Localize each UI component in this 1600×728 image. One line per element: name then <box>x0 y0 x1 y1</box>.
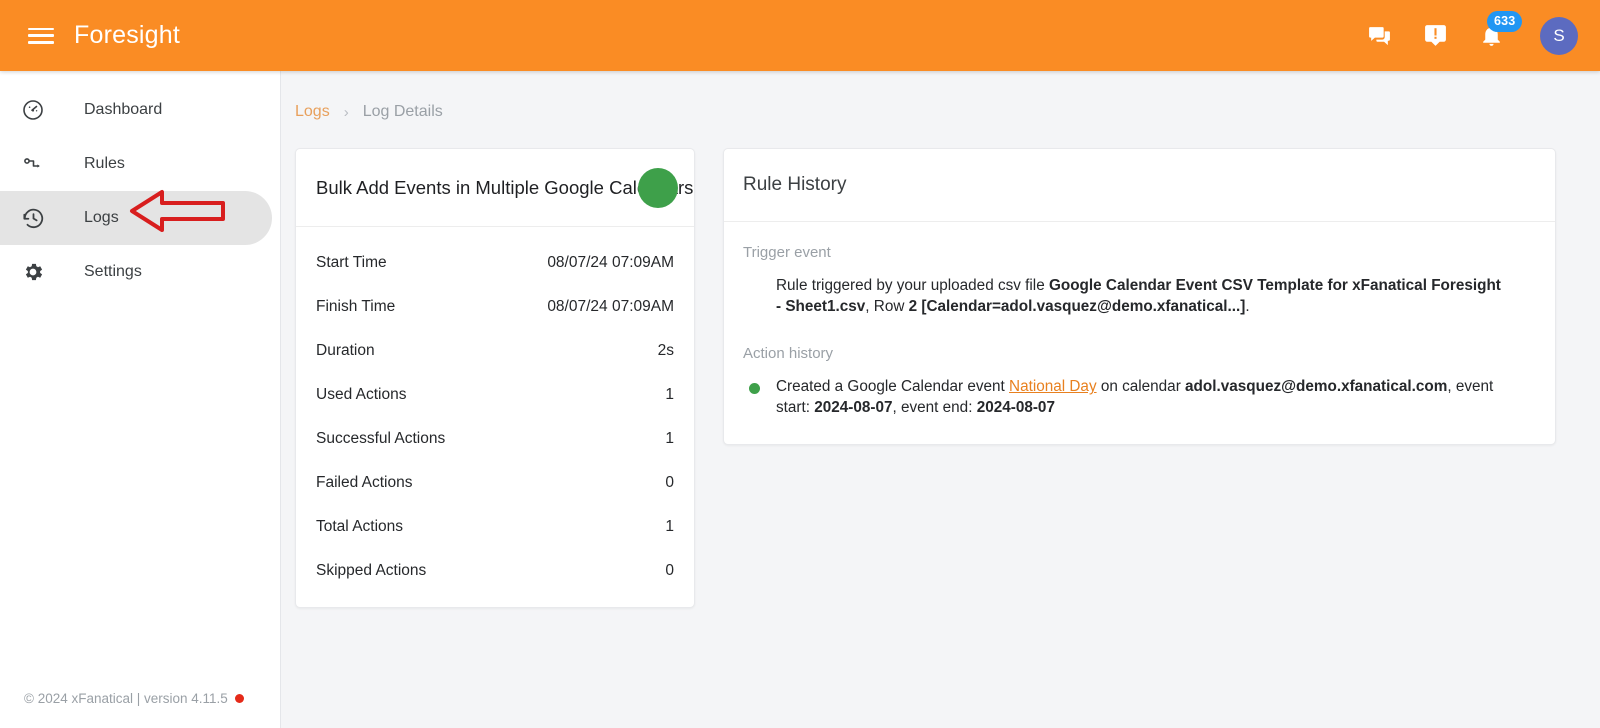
rule-history-title: Rule History <box>743 174 847 195</box>
stat-label: Finish Time <box>316 298 396 315</box>
topbar-actions: 633 S <box>1366 10 1578 55</box>
rule-history-header: Rule History <box>724 149 1555 222</box>
hamburger-bar <box>28 27 54 31</box>
trigger-row-info: 2 [Calendar=adol.vasquez@demo.xfanatical… <box>908 298 1246 316</box>
log-title: Bulk Add Events in Multiple Google Calen… <box>316 176 694 198</box>
summary-top-pad <box>296 227 694 241</box>
stat-value: 08/07/24 07:09AM <box>547 254 674 271</box>
speedometer-icon <box>16 98 50 122</box>
chevron-right-icon: › <box>343 103 349 121</box>
event-end-date: 2024-08-07 <box>976 399 1055 417</box>
trigger-event-text: Rule triggered by your uploaded csv file… <box>743 275 1536 317</box>
stat-row: Total Actions 1 <box>296 505 694 549</box>
stat-value: 2s <box>657 342 674 359</box>
stat-label: Successful Actions <box>316 430 446 447</box>
stat-row: Skipped Actions 0 <box>296 549 694 593</box>
success-status-indicator <box>638 167 678 208</box>
footer-text: © 2024 xFanatical | version 4.11.5 <box>24 691 228 706</box>
action-history-item: Created a Google Calendar event National… <box>743 376 1536 418</box>
stat-row: Finish Time 08/07/24 07:09AM <box>296 285 694 329</box>
stat-label: Total Actions <box>316 518 404 535</box>
stat-value: 0 <box>665 474 674 491</box>
sidebar-item-dashboard[interactable]: Dashboard <box>0 83 272 137</box>
stat-row: Duration 2s <box>296 329 694 373</box>
main-content: Logs › Log Details Bulk Add Events in Mu… <box>281 71 1600 728</box>
gear-icon <box>16 260 50 284</box>
app-body: Dashboard Rules Logs Settings © 2024 xFa… <box>0 71 1600 728</box>
breadcrumb: Logs › Log Details <box>281 71 1556 121</box>
event-end-label: , event end: <box>892 399 977 417</box>
stat-label: Skipped Actions <box>316 562 427 579</box>
sidebar-item-settings[interactable]: Settings <box>0 245 272 299</box>
notification-count-badge[interactable]: 633 <box>1487 10 1523 32</box>
stat-row: Successful Actions 1 <box>296 417 694 461</box>
avatar[interactable]: S <box>1540 16 1578 55</box>
calendar-id: adol.vasquez@demo.xfanatical.com <box>1185 378 1448 396</box>
trigger-middle: , Row <box>865 298 909 316</box>
history-clock-icon <box>16 206 50 231</box>
rule-flow-icon <box>16 152 50 176</box>
feedback-alert-icon[interactable] <box>1422 23 1448 49</box>
hamburger-menu-icon[interactable] <box>28 26 54 46</box>
rule-history-card: Rule History Trigger event Rule triggere… <box>723 148 1556 446</box>
stat-label: Duration <box>316 342 375 359</box>
trigger-suffix: . <box>1245 298 1250 316</box>
action-history-label: Action history <box>743 345 834 363</box>
app-title: Foresight <box>74 21 181 49</box>
sidebar-item-label: Rules <box>84 155 125 172</box>
chat-bubble-icon[interactable] <box>1366 23 1392 49</box>
stat-value: 08/07/24 07:09AM <box>547 298 674 315</box>
action-prefix: Created a Google Calendar event <box>776 378 1010 396</box>
stat-value: 0 <box>665 562 674 579</box>
hamburger-bar <box>28 40 54 44</box>
action-middle: on calendar <box>1096 378 1186 396</box>
log-summary-card: Bulk Add Events in Multiple Google Calen… <box>295 148 695 608</box>
stat-label: Failed Actions <box>316 474 413 491</box>
stat-value: 1 <box>665 386 674 403</box>
app-footer: © 2024 xFanatical | version 4.11.5 <box>0 691 280 728</box>
summary-bottom-pad <box>296 593 694 607</box>
action-history-text: Created a Google Calendar event National… <box>776 376 1536 418</box>
breadcrumb-current: Log Details <box>362 103 443 120</box>
log-summary-header: Bulk Add Events in Multiple Google Calen… <box>296 149 694 227</box>
footer-status-dot <box>234 694 244 703</box>
stat-label: Start Time <box>316 254 387 271</box>
event-start-date: 2024-08-07 <box>814 399 893 417</box>
rule-history-body: Trigger event Rule triggered by your upl… <box>724 222 1555 444</box>
app-root: Foresight 633 S Dashboard Rules Logs Set… <box>0 0 1600 728</box>
stat-row: Used Actions 1 <box>296 373 694 417</box>
stat-value: 1 <box>665 518 674 535</box>
trigger-prefix: Rule triggered by your uploaded csv file <box>776 277 1049 294</box>
event-link[interactable]: National Day <box>1009 378 1097 395</box>
sidebar-item-label: Dashboard <box>84 101 163 118</box>
sidebar-item-rules[interactable]: Rules <box>0 137 272 191</box>
sidebar-item-logs[interactable]: Logs <box>0 191 272 245</box>
stat-row: Failed Actions 0 <box>296 461 694 505</box>
top-app-bar: Foresight 633 S <box>0 0 1600 71</box>
sidebar-item-label: Logs <box>84 209 119 226</box>
sidebar: Dashboard Rules Logs Settings © 2024 xFa… <box>0 71 281 728</box>
panels: Bulk Add Events in Multiple Google Calen… <box>281 121 1556 608</box>
hamburger-bar <box>28 34 54 37</box>
stat-row: Start Time 08/07/24 07:09AM <box>296 241 694 285</box>
bell-icon[interactable]: 633 <box>1478 10 1523 49</box>
action-success-dot <box>749 383 760 395</box>
breadcrumb-link-logs[interactable]: Logs <box>295 103 330 121</box>
stat-label: Used Actions <box>316 386 407 403</box>
trigger-event-label: Trigger event <box>743 244 831 261</box>
stat-value: 1 <box>665 430 674 447</box>
sidebar-item-label: Settings <box>84 263 142 280</box>
